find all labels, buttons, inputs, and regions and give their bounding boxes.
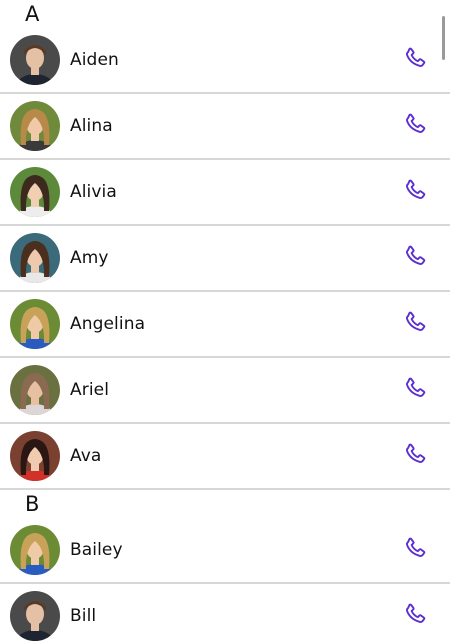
avatar — [10, 35, 60, 85]
avatar — [10, 365, 60, 415]
contact-row[interactable]: Bill — [0, 584, 450, 644]
avatar — [10, 167, 60, 217]
contact-row[interactable]: Alivia — [0, 160, 450, 226]
avatar — [10, 591, 60, 641]
phone-icon — [403, 112, 427, 140]
contact-name: Ava — [70, 446, 102, 466]
avatar — [10, 233, 60, 283]
contact-row[interactable]: Bailey — [0, 518, 450, 584]
contact-name: Bill — [70, 606, 97, 626]
contact-row[interactable]: Angelina — [0, 292, 450, 358]
call-button[interactable] — [402, 47, 428, 73]
contact-row[interactable]: Ava — [0, 424, 450, 490]
contact-name: Ariel — [70, 380, 110, 400]
section-header-a: A — [0, 0, 450, 28]
contact-name: Angelina — [70, 314, 146, 334]
contact-name: Bailey — [70, 540, 123, 560]
avatar — [10, 101, 60, 151]
avatar — [10, 525, 60, 575]
scrollbar-thumb[interactable] — [442, 16, 445, 60]
contact-name: Amy — [70, 248, 109, 268]
contact-name: Alina — [70, 116, 113, 136]
phone-icon — [403, 310, 427, 338]
phone-icon — [403, 442, 427, 470]
contact-row[interactable]: Ariel — [0, 358, 450, 424]
call-button[interactable] — [402, 537, 428, 563]
call-button[interactable] — [402, 603, 428, 629]
phone-icon — [403, 602, 427, 630]
call-button[interactable] — [402, 179, 428, 205]
call-button[interactable] — [402, 245, 428, 271]
phone-icon — [403, 46, 427, 74]
avatar — [10, 299, 60, 349]
phone-icon — [403, 376, 427, 404]
call-button[interactable] — [402, 311, 428, 337]
call-button[interactable] — [402, 443, 428, 469]
phone-icon — [403, 178, 427, 206]
avatar — [10, 431, 60, 481]
call-button[interactable] — [402, 377, 428, 403]
contact-list[interactable]: A Aiden Alina Alivia Amy Angelina Ariel … — [0, 0, 450, 644]
phone-icon — [403, 536, 427, 564]
contact-row[interactable]: Aiden — [0, 28, 450, 94]
contact-name: Alivia — [70, 182, 117, 202]
contact-row[interactable]: Amy — [0, 226, 450, 292]
section-header-b: B — [0, 490, 450, 518]
phone-icon — [403, 244, 427, 272]
contact-name: Aiden — [70, 50, 119, 70]
contact-row[interactable]: Alina — [0, 94, 450, 160]
call-button[interactable] — [402, 113, 428, 139]
